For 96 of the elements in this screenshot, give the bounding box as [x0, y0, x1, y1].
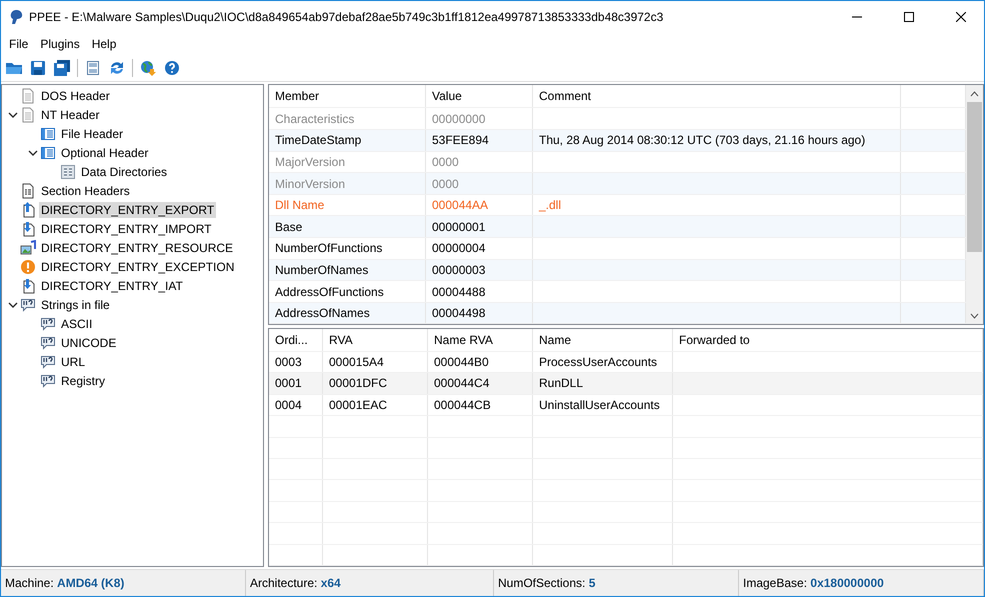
table-cell: 00004498: [426, 302, 533, 324]
status-field: Machine: AMD64 (K8): [1, 570, 246, 596]
menu-item[interactable]: Plugins: [34, 35, 86, 53]
tree-item[interactable]: DOS Header: [39, 88, 112, 104]
tree-item[interactable]: DIRECTORY_ENTRY_EXCEPTION: [39, 258, 236, 274]
tree-item[interactable]: NT Header: [39, 106, 102, 122]
table-cell: 00000004: [426, 238, 533, 259]
column-header[interactable]: Ordi...: [269, 329, 323, 351]
speech-bubble-icon: [40, 354, 56, 370]
table-cell: 53FEE894: [426, 130, 533, 151]
table-cell: 00000000: [426, 108, 533, 130]
document-icon: [20, 88, 36, 104]
status-field: NumOfSections: 5: [494, 570, 739, 596]
table-cell: Base: [269, 216, 426, 238]
column-header[interactable]: RVA: [323, 329, 428, 351]
save-all-icon: [53, 60, 71, 76]
scrollbar[interactable]: [966, 85, 983, 324]
scroll-down-icon[interactable]: [970, 312, 979, 319]
tree-item[interactable]: DIRECTORY_ENTRY_EXPORT: [39, 202, 216, 218]
table-cell: MajorVersion: [269, 152, 426, 172]
chevron-down-icon[interactable]: [28, 148, 38, 158]
table-cell: 00004488: [426, 281, 533, 302]
speech-bubble-icon: [40, 316, 56, 332]
table-cell: MinorVersion: [269, 173, 426, 194]
table-cell: 000044CB: [428, 394, 533, 416]
column-header[interactable]: Comment: [533, 85, 901, 108]
table-cell: NumberOfNames: [269, 260, 426, 280]
table-cell: RunDLL: [533, 373, 673, 394]
status-field: ImageBase: 0x180000000: [739, 570, 984, 596]
table-cell: TimeDateStamp: [269, 130, 426, 151]
document-list-icon: [20, 182, 36, 198]
menu-item[interactable]: File: [3, 35, 34, 53]
table-cell: Thu, 28 Aug 2014 08:30:12 UTC (703 days, 21.16 hours ago): [533, 130, 901, 151]
table-cell: 0004: [269, 394, 323, 416]
image-music-icon: [20, 240, 36, 256]
tree-item[interactable]: DIRECTORY_ENTRY_RESOURCE: [39, 240, 236, 256]
table-cell: AddressOfNames: [269, 302, 426, 324]
tree-item[interactable]: Data Directories: [79, 164, 170, 180]
tree-item[interactable]: Section Headers: [39, 182, 132, 198]
table-icon: [40, 126, 56, 142]
table-cell: Dll Name: [269, 194, 426, 216]
table-cell: 00000001: [426, 216, 533, 238]
chevron-down-icon[interactable]: [8, 110, 18, 120]
speech-bubble-icon: [20, 296, 36, 312]
column-header[interactable]: Name: [533, 329, 673, 351]
maximize-icon: [904, 12, 914, 22]
column-header[interactable]: Member: [269, 85, 426, 108]
table-cell: 0003: [269, 352, 323, 372]
tree-item[interactable]: DIRECTORY_ENTRY_IAT: [39, 278, 185, 294]
table-cell: 0001: [269, 373, 323, 394]
table-cell: NumberOfFunctions: [269, 238, 426, 259]
table-cell: 0000: [426, 152, 533, 172]
document-icon: [20, 106, 36, 122]
speech-bubble-icon: [40, 372, 56, 388]
table-cell: 000044C4: [428, 373, 533, 394]
column-header[interactable]: Name RVA: [428, 329, 533, 351]
help-icon: [164, 60, 180, 76]
table-cell: 000044AA: [426, 194, 533, 216]
tree-item[interactable]: DIRECTORY_ENTRY_IMPORT: [39, 220, 214, 236]
table-cell: 00000003: [426, 260, 533, 280]
tree-item[interactable]: Strings in file: [39, 296, 112, 312]
column-header[interactable]: Value: [426, 85, 533, 108]
scroll-up-icon[interactable]: [970, 90, 979, 96]
grid-icon: [60, 164, 76, 180]
menu-item[interactable]: Help: [86, 35, 122, 53]
table-cell: Characteristics: [269, 108, 426, 130]
refresh-icon: [109, 60, 125, 76]
tree-item[interactable]: Registry: [59, 372, 108, 388]
hex-document-icon: [86, 60, 100, 76]
window-title: PPEE - E:\Malware Samples\Duqu2\IOC\d8a849654ab97debaf28ae5b749c3b1ff1812ea49978713853333db48c3972c3: [29, 10, 664, 24]
save-icon: [30, 60, 46, 76]
table-cell: 00001DFC: [323, 373, 428, 394]
table-cell: _.dll: [533, 194, 901, 216]
folder-icon: [5, 60, 23, 76]
tree-item[interactable]: ASCII: [59, 316, 94, 332]
tree-item[interactable]: Optional Header: [59, 144, 150, 160]
table-cell: 000044B0: [428, 352, 533, 372]
warning-icon: [20, 258, 36, 274]
tree-item[interactable]: File Header: [59, 126, 126, 142]
table-cell: AddressOfFunctions: [269, 281, 426, 302]
table-icon: [40, 144, 56, 160]
toolbar-button[interactable]: [51, 57, 73, 79]
close-icon: [956, 12, 966, 22]
table-cell: 0000: [426, 173, 533, 194]
chevron-down-icon[interactable]: [8, 300, 18, 310]
app-logo-icon: [9, 9, 23, 25]
table-cell: ProcessUserAccounts: [533, 352, 673, 372]
table-cell: UninstallUserAccounts: [533, 394, 673, 416]
table-cell: 000015A4: [323, 352, 428, 372]
column-header[interactable]: Forwarded to: [673, 329, 983, 351]
speech-bubble-icon: [40, 334, 56, 350]
tree-item[interactable]: UNICODE: [59, 334, 118, 350]
tree-item[interactable]: URL: [59, 354, 88, 370]
globe-download-icon: [140, 60, 156, 76]
status-field: Architecture: x64: [246, 570, 494, 596]
table-cell: 00001EAC: [323, 394, 428, 416]
